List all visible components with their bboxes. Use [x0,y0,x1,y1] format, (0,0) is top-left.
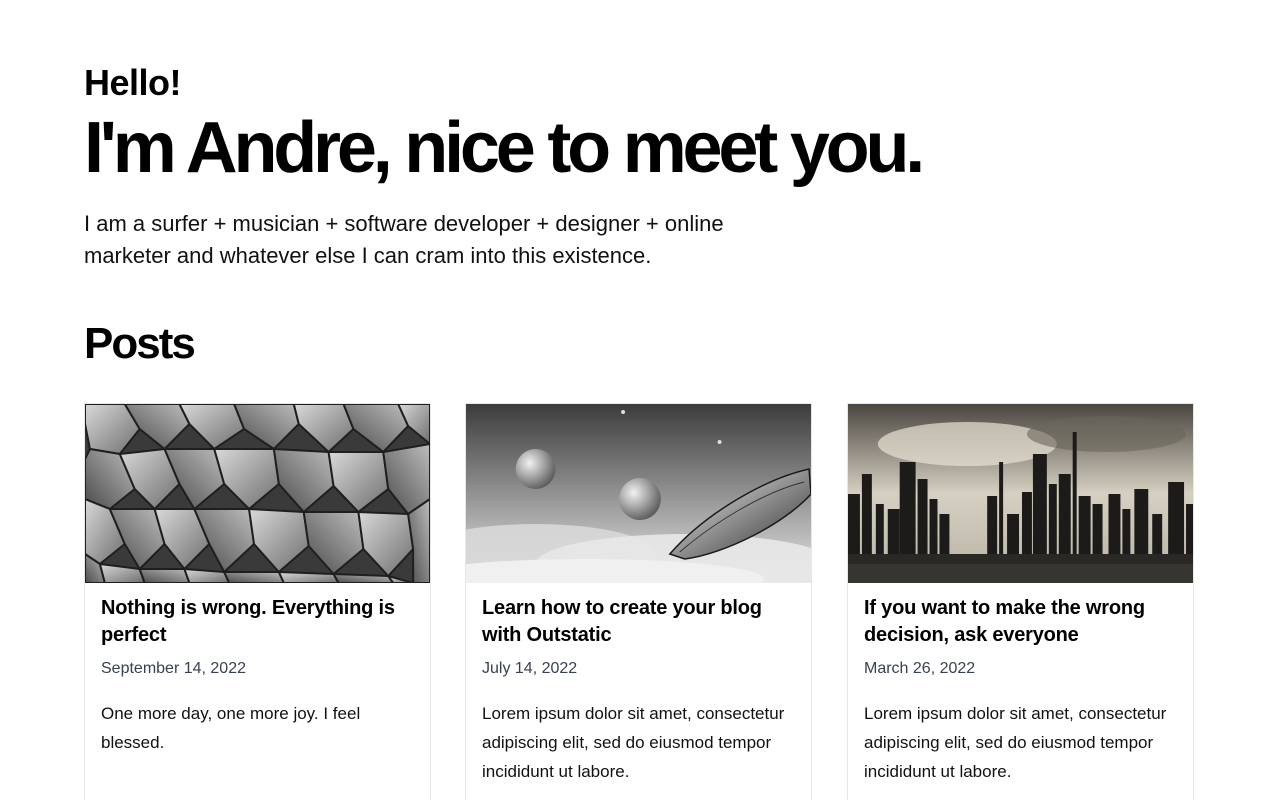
post-date: July 14, 2022 [482,660,578,677]
post-card[interactable]: Learn how to create your blog with Outst… [465,403,812,800]
post-title[interactable]: Learn how to create your blog with Outst… [482,595,795,649]
post-card[interactable]: If you want to make the wrong decision, … [847,403,1194,800]
hero-section: Hello! I'm Andre, nice to meet you. I am… [84,60,1184,272]
posts-heading: Posts [84,319,196,368]
city-skyline-image[interactable] [848,404,1193,583]
post-excerpt: Lorem ipsum dolor sit amet, consectetur … [482,704,785,781]
intro-text: I am a surfer + musician + software deve… [84,211,724,268]
greeting: Hello! [84,62,182,103]
posts-grid: Nothing is wrong. Everything is perfect … [84,403,1196,800]
post-card-body: Learn how to create your blog with Outst… [466,583,811,786]
post-title[interactable]: Nothing is wrong. Everything is perfect [101,595,414,649]
stone-blocks-image[interactable] [85,404,430,583]
post-date: March 26, 2022 [864,660,976,677]
post-title[interactable]: If you want to make the wrong decision, … [864,595,1177,649]
post-excerpt: One more day, one more joy. I feel bless… [101,704,361,752]
post-card[interactable]: Nothing is wrong. Everything is perfect … [84,403,431,800]
post-date: September 14, 2022 [101,660,246,677]
post-card-body: If you want to make the wrong decision, … [848,583,1193,786]
post-card-body: Nothing is wrong. Everything is perfect … [85,583,430,757]
page: Hello! I'm Andre, nice to meet you. I am… [0,0,1280,800]
page-title: I'm Andre, nice to meet you. [84,108,925,188]
space-ship-image[interactable] [466,404,811,583]
post-excerpt: Lorem ipsum dolor sit amet, consectetur … [864,704,1167,781]
